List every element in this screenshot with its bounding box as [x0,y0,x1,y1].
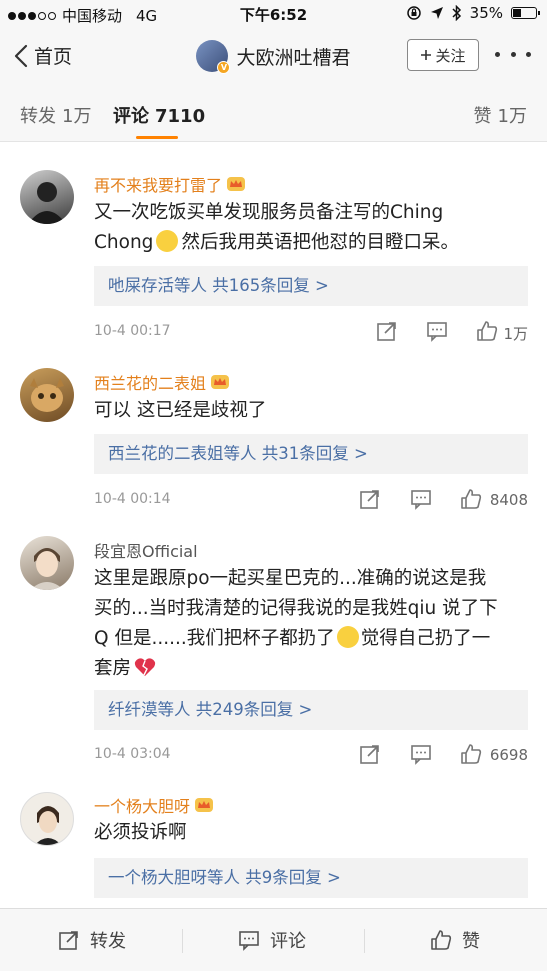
more-icon[interactable] [495,42,531,66]
avatar[interactable] [20,792,74,846]
tab-label: 赞 [473,106,492,127]
comment-icon [239,931,259,951]
like-count: 8408 [489,491,528,509]
like-label: 赞 [462,931,480,952]
avatar[interactable] [20,368,74,422]
comment-meta: 10-4 00:14 8408 [94,488,528,512]
status-bar: 中国移动 4G 下午6:52 35% [0,0,547,28]
divider [182,929,183,953]
comment-button[interactable]: 评论 [238,927,306,953]
comment-text: 又一次吃饭买单发现服务员备注写的Ching Chong 然后我用英语把他怼的目瞪口… [94,198,524,258]
comment-text: 这里是跟原po一起买星巴克的...准确的说这是我 买的...当时我清楚的记得我说… [94,564,524,684]
active-tab-indicator [136,136,178,139]
plus-icon [421,50,432,60]
repost-icon [59,931,78,950]
like-icon[interactable] [476,320,498,342]
repost-button[interactable]: 转发 [58,927,126,953]
repost-icon[interactable] [376,320,398,342]
like-button[interactable]: 赞 [430,927,480,953]
comment-fragment: Q 但是......我们把杯子都扔了 [94,628,335,649]
reply-summary[interactable]: 纤纤漠等人 共249条回复 > [94,690,528,730]
avatar[interactable] [20,170,74,224]
comment-meta: 10-4 03:04 6698 [94,743,528,767]
avatar[interactable]: V [196,40,231,74]
smile-emoji-icon [156,230,179,252]
comment-meta: 10-4 00:17 1万 [94,320,528,344]
comment-icon[interactable] [410,743,432,765]
tab-comments[interactable]: 评论 7110 [113,102,205,128]
repost-icon[interactable] [359,488,381,510]
tab-reposts[interactable]: 转发 1万 [20,102,91,128]
author-name: 段宜恩Official [94,542,198,561]
comment-fragment: Chong [94,232,154,253]
crying-emoji-icon [336,626,359,648]
comment-author[interactable]: 一个杨大胆呀 [94,793,214,817]
comment-line-4: 套房 [94,654,524,684]
comment-author[interactable]: 再不来我要打雷了 [94,172,246,196]
tab-count: 1万 [62,106,92,127]
comment-text: 必须投诉啊 [94,822,187,843]
rotation-lock-icon [406,6,421,20]
crown-icon [211,375,230,389]
reply-summary[interactable]: 吔屎存活等人 共165条回复 > [94,266,528,306]
tab-count: 1万 [497,106,527,127]
divider [364,929,365,953]
bluetooth-icon [452,5,461,21]
broken-heart-icon [134,658,156,676]
bottom-action-bar: 转发 评论 赞 [0,908,547,971]
author-name: 西兰花的二表姐 [94,374,207,393]
comment-icon[interactable] [426,320,448,342]
like-icon[interactable] [460,743,482,765]
author-name: 再不来我要打雷了 [94,176,223,195]
location-icon [430,7,443,19]
comment-text: 可以 这已经是歧视了 [94,400,267,421]
comment-fragment: 然后我用英语把他怼的目瞪口呆。 [181,232,459,253]
like-icon [431,930,452,950]
comment-fragment: 觉得自己扔了一 [360,628,491,649]
tab-label: 评论 [113,106,149,127]
comment-line-2: Chong 然后我用英语把他怼的目瞪口呆。 [94,228,524,258]
comment-fragment: 套房 [94,658,132,679]
comment-line-3: Q 但是......我们把杯子都扔了 觉得自己扔了一 [94,624,524,654]
reply-summary[interactable]: 一个杨大胆呀等人 共9条回复 > [94,858,528,898]
comment-author[interactable]: 西兰花的二表姐 [94,370,230,394]
avatar[interactable] [20,536,74,590]
comment-list: 再不来我要打雷了 又一次吃饭买单发现服务员备注写的Ching Chong 然后我用… [0,142,547,908]
tab-count: 7110 [155,106,206,127]
comment-time: 10-4 00:17 [94,323,171,339]
page-title: 大欧洲吐槽君 [236,46,351,69]
comment-icon[interactable] [410,488,432,510]
nav-bar: 首页 V 大欧洲吐槽君 关注 [0,28,547,84]
verified-badge-icon: V [217,61,231,74]
crown-icon [227,177,246,191]
comment-author[interactable]: 段宜恩Official [94,538,198,562]
like-icon[interactable] [460,488,482,510]
battery-icon [511,7,540,19]
repost-label: 转发 [90,931,126,952]
follow-label: 关注 [435,46,466,65]
reply-summary[interactable]: 西兰花的二表姐等人 共31条回复 > [94,434,528,474]
comment-time: 10-4 03:04 [94,746,171,762]
comment-line: 又一次吃饭买单发现服务员备注写的Ching [94,202,444,223]
comment-line: 这里是跟原po一起买星巴克的...准确的说这是我 [94,568,487,589]
repost-icon[interactable] [359,743,381,765]
crown-icon [195,798,214,812]
comment-label: 评论 [270,931,306,952]
follow-button[interactable]: 关注 [407,39,479,71]
tab-bar: 转发 1万 评论 7110 赞 1万 [0,84,547,142]
tab-likes[interactable]: 赞 1万 [474,102,527,128]
comment-time: 10-4 00:14 [94,491,171,507]
like-count: 6698 [489,746,528,764]
battery-percent: 35% [469,4,503,22]
tab-label: 转发 [20,106,56,127]
comment-line: 买的...当时我清楚的记得我说的是我姓qiu 说了下 [94,598,498,619]
like-count: 1万 [503,325,528,343]
author-name: 一个杨大胆呀 [94,797,191,816]
